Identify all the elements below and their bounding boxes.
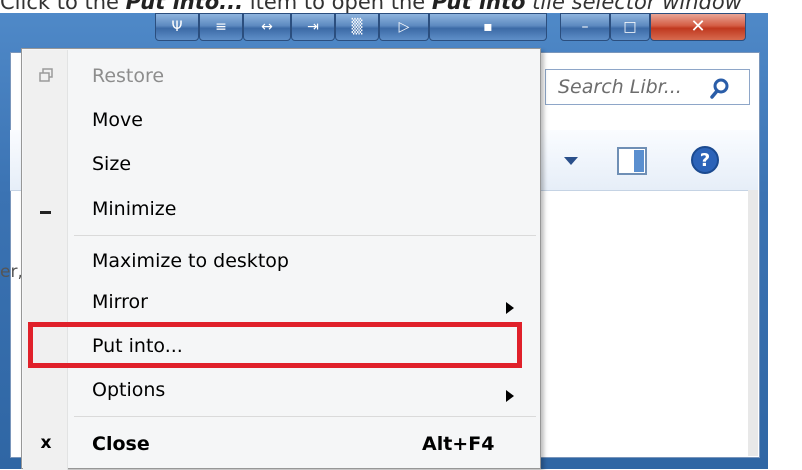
menu-separator: [74, 235, 536, 236]
close-shortcut: Alt+F4: [422, 433, 495, 455]
titlebar-buttons: Ψ ≡ ↔ ⇥ ▒ ▷ ▪ – □ ✕: [155, 13, 755, 43]
restore-icon: [34, 65, 58, 87]
left-pane-fragment: er,: [0, 262, 23, 282]
roll-up-icon[interactable]: ▪: [429, 13, 547, 41]
maximize-window-button[interactable]: □: [610, 13, 650, 41]
pin-icon[interactable]: Ψ: [155, 13, 199, 41]
minimize-icon: [34, 198, 58, 220]
menu-item-minimize[interactable]: Minimize: [22, 190, 540, 230]
help-icon[interactable]: ?: [690, 145, 720, 175]
highlight-box: [28, 322, 522, 368]
close-icon: x: [40, 433, 52, 453]
transparency-icon[interactable]: ▒: [335, 13, 379, 41]
menu-item-close[interactable]: x Close Alt+F4: [22, 425, 540, 465]
close-window-button[interactable]: ✕: [650, 13, 746, 41]
vertical-scrollbar[interactable]: [748, 190, 758, 456]
menu-item-mirror[interactable]: Mirror: [22, 283, 540, 323]
menu-item-move[interactable]: Move: [22, 101, 540, 141]
mirror-icon[interactable]: ↔: [243, 13, 291, 41]
svg-text:?: ?: [700, 150, 710, 171]
menu-item-size[interactable]: Size: [22, 145, 540, 185]
minimize-window-button[interactable]: –: [560, 13, 610, 41]
submenu-arrow-icon: [506, 385, 514, 407]
menu-item-restore[interactable]: Restore: [22, 57, 540, 97]
align-icon[interactable]: ≡: [199, 13, 243, 41]
put-into-icon[interactable]: ⇥: [291, 13, 335, 41]
preview-pane-icon[interactable]: [617, 147, 647, 175]
menu-item-maximize-to-desktop[interactable]: Maximize to desktop: [22, 242, 540, 282]
window-context-menu: Restore Move Size Minimize Maximize to d…: [21, 48, 541, 470]
tile-icon[interactable]: ▷: [379, 13, 429, 41]
search-icon[interactable]: [709, 77, 731, 99]
menu-separator: [74, 416, 536, 417]
menu-item-options[interactable]: Options: [22, 371, 540, 411]
submenu-arrow-icon: [506, 297, 514, 319]
views-dropdown-icon[interactable]: [564, 157, 578, 167]
